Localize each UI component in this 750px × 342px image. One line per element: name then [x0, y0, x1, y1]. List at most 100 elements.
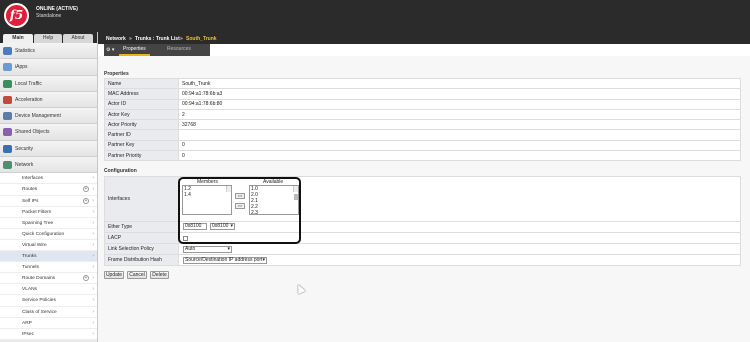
sidebar-item-spanning-tree[interactable]: Spanning Tree ›	[0, 217, 97, 229]
property-value	[178, 129, 741, 141]
property-key: Name	[104, 77, 179, 90]
sidebar-item-self-ips[interactable]: Self IPs + ›	[0, 195, 97, 207]
interfaces-label: Interfaces	[104, 176, 179, 222]
nav-section-label: Local Traffic	[15, 80, 42, 87]
properties-table: Name South_Trunk MAC Address 00:94:a1:78:6b…	[104, 77, 741, 162]
lacp-label: LACP	[104, 231, 179, 244]
link-selection-select[interactable]: Auto	[183, 246, 232, 253]
breadcrumb-current: South_Trunk	[186, 36, 217, 42]
property-value: South_Trunk	[178, 77, 741, 90]
chevron-right-icon: ›	[92, 175, 94, 182]
sidebar-item-label: Tunnels	[22, 265, 39, 271]
properties-title: Properties	[104, 71, 129, 77]
nav-section-iapps[interactable]: iApps	[0, 59, 97, 76]
sidebar-item-label: ARP	[22, 320, 32, 326]
sidebar-item-label: Class of Service	[22, 309, 57, 315]
table-row: MAC Address 00:94:a1:78:6b:a3	[104, 88, 741, 100]
chevron-right-icon: ›	[92, 230, 94, 237]
sidebar-item-vlans[interactable]: VLANs ›	[0, 284, 97, 296]
sidebar-item-label: IPsec	[22, 331, 34, 337]
sidebar-item-interfaces[interactable]: Interfaces ›	[0, 173, 97, 185]
nav-section-label: Shared Objects	[15, 129, 50, 136]
device-icon	[3, 112, 12, 121]
table-row: Partner Priority 0	[104, 150, 741, 162]
configuration-title: Configuration	[104, 168, 137, 174]
nav-section-acceleration[interactable]: Acceleration	[0, 91, 97, 109]
tab-main[interactable]: Main	[3, 34, 33, 43]
chevron-right-icon: ›	[92, 253, 94, 260]
tab-resources[interactable]: Resources	[163, 44, 195, 56]
sidebar-item-label: Spanning Tree	[22, 220, 54, 226]
nav-section-statistics[interactable]: Statistics	[0, 43, 97, 60]
table-row: Actor Priority 32768	[104, 119, 741, 131]
nav-section-network[interactable]: Network	[0, 157, 97, 174]
sidebar-item-label: Route Domains	[22, 276, 56, 282]
sidebar-item-label: Virtual Wire	[22, 242, 47, 248]
property-value: 0	[178, 150, 741, 162]
chevron-right-icon: ›	[92, 319, 94, 326]
breadcrumb-network[interactable]: Network	[106, 36, 126, 42]
property-key: Partner ID	[104, 129, 179, 141]
table-row: Actor Key 2	[104, 108, 741, 121]
sidebar-item-routes[interactable]: Routes + ›	[0, 184, 97, 196]
property-key: Actor Key	[104, 108, 179, 121]
network-icon	[3, 161, 12, 170]
sidebar-item-trunks[interactable]: Trunks ›	[0, 251, 97, 263]
delete-button[interactable]: Delete	[150, 271, 169, 279]
sidebar-item-label: VLANs	[22, 287, 37, 293]
nav-section-shared-objects[interactable]: Shared Objects	[0, 124, 97, 141]
property-key: Actor Priority	[104, 119, 179, 131]
sidebar-item-quick-configuration[interactable]: Quick Configuration ›	[0, 228, 97, 240]
left-navigation: Main Help About Statistics iApps Local Tra…	[0, 32, 98, 342]
top-header: f5 ONLINE (ACTIVE) Standalone	[0, 0, 750, 32]
interfaces-highlight-box	[178, 177, 301, 244]
chevron-right-icon: ›	[92, 308, 94, 315]
device-mode: Standalone	[36, 13, 62, 19]
device-status: ONLINE (ACTIVE)	[36, 6, 78, 12]
nav-section-label: Acceleration	[15, 96, 43, 103]
table-row: Actor ID 00:94:a1:78:6b:80	[104, 98, 741, 110]
chart-icon	[3, 47, 12, 55]
sidebar-item-tunnels[interactable]: Tunnels ›	[0, 262, 97, 274]
frame-hash-label: Frame Distribution Hash	[104, 253, 179, 267]
chevron-right-icon: ›	[92, 264, 94, 271]
tab-properties[interactable]: Properties	[119, 44, 150, 56]
sidebar-item-ipsec[interactable]: IPsec ›	[0, 328, 97, 340]
add-icon[interactable]: +	[83, 275, 89, 282]
property-value: 0	[178, 139, 741, 152]
sidebar-item-virtual-wire[interactable]: Virtual Wire ›	[0, 239, 97, 252]
frame-hash-select[interactable]: Source/Destination IP address port	[183, 257, 267, 264]
chevron-right-icon: ›	[92, 275, 94, 282]
add-icon[interactable]: +	[83, 197, 89, 204]
nav-section-local-traffic[interactable]: Local Traffic	[0, 75, 97, 92]
nav-section-label: Device Management	[15, 113, 61, 120]
nav-section-label: Security	[15, 145, 34, 152]
table-row: Partner Key 0	[104, 139, 741, 152]
nav-section-device-management[interactable]: Device Management	[0, 108, 97, 125]
sidebar-item-packet-filters[interactable]: Packet Filters ›	[0, 206, 97, 218]
gear-icon[interactable]: ⚙ ▾	[106, 47, 114, 53]
ether-type-label: Ether Type	[104, 220, 179, 233]
cancel-button[interactable]: Cancel	[127, 271, 147, 279]
sidebar-item-service-policies[interactable]: Service Policies ›	[0, 295, 97, 307]
sidebar-item-arp[interactable]: ARP ›	[0, 317, 97, 329]
update-button[interactable]: Update	[104, 271, 124, 279]
tab-about[interactable]: About	[63, 34, 93, 43]
iapps-icon	[3, 63, 12, 72]
breadcrumb-separator: »	[129, 36, 132, 42]
property-key: MAC Address	[104, 88, 179, 100]
chevron-right-icon: ›	[92, 330, 94, 337]
table-row: Partner ID	[104, 129, 741, 141]
sidebar-item-label: Service Policies	[22, 298, 56, 304]
table-row: Name South_Trunk	[104, 77, 741, 90]
add-icon[interactable]: +	[83, 186, 89, 193]
sidebar-item-route-domains[interactable]: Route Domains + ›	[0, 273, 97, 285]
sidebar-item-label: Self IPs	[22, 198, 39, 204]
breadcrumb-trunk-list[interactable]: Trunks : Trunk List	[135, 36, 180, 42]
chevron-right-icon: ›	[92, 197, 94, 204]
nav-section-label: iApps	[15, 64, 28, 71]
sidebar-item-class-of-service[interactable]: Class of Service ›	[0, 306, 97, 318]
nav-section-security[interactable]: Security	[0, 140, 97, 158]
f5-logo[interactable]: f5	[4, 3, 29, 28]
tab-help[interactable]: Help	[34, 34, 62, 43]
